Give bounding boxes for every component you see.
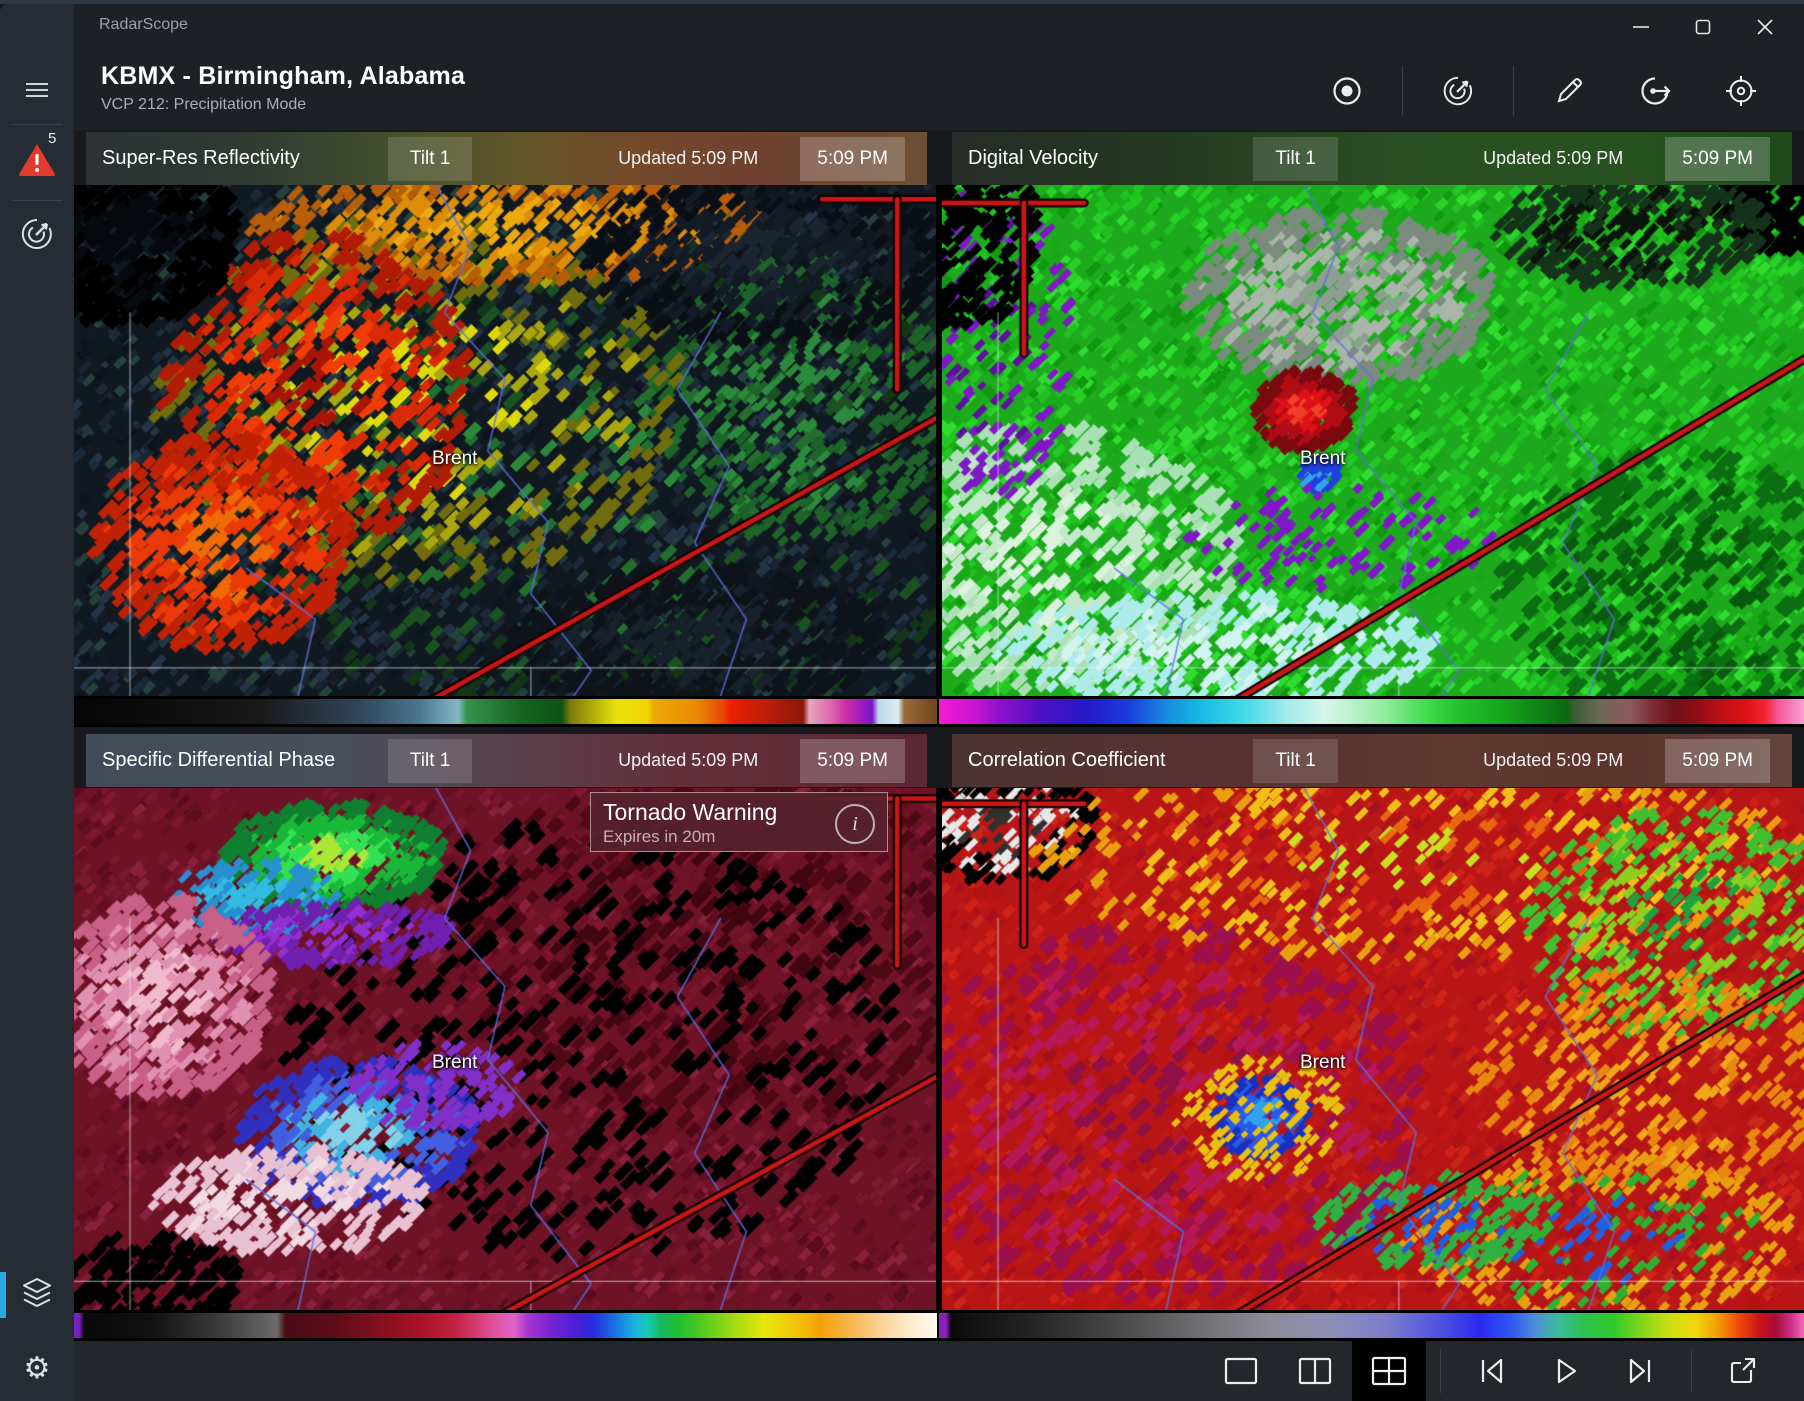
city-label: Brent bbox=[432, 448, 477, 470]
settings-button[interactable]: ⚙ bbox=[0, 1346, 74, 1392]
go-to-radar-button[interactable] bbox=[1612, 63, 1698, 119]
color-scale-row-bottom bbox=[74, 1310, 1804, 1341]
layers-icon bbox=[19, 1276, 55, 1315]
updated-label: Updated 5:09 PM bbox=[1338, 750, 1665, 771]
tornado-warning-popup[interactable]: Tornado Warning Expires in 20m i bbox=[590, 792, 888, 852]
tilt-selector[interactable]: Tilt 1 bbox=[388, 739, 472, 783]
share-button[interactable] bbox=[1706, 1341, 1780, 1401]
toolbar-divider bbox=[1402, 66, 1403, 116]
radar-site-title: KBMX - Birmingham, Alabama bbox=[101, 62, 465, 91]
panel-header-kdp: Specific Differential Phase Tilt 1 Updat… bbox=[86, 734, 927, 787]
panel-header-reflectivity: Super-Res Reflectivity Tilt 1 Updated 5:… bbox=[86, 132, 927, 185]
draw-button[interactable] bbox=[1526, 63, 1612, 119]
warning-expiry: Expires in 20m bbox=[603, 827, 875, 847]
single-pane-button[interactable] bbox=[1204, 1341, 1278, 1401]
radar-map-kdp[interactable] bbox=[74, 788, 936, 1310]
menu-button[interactable] bbox=[0, 72, 74, 112]
sidebar-divider bbox=[12, 200, 62, 201]
updated-label: Updated 5:09 PM bbox=[472, 148, 800, 169]
app-header: KBMX - Birmingham, Alabama VCP 212: Prec… bbox=[74, 52, 1804, 130]
radar-map-reflectivity[interactable] bbox=[74, 185, 936, 696]
tilt-selector[interactable]: Tilt 1 bbox=[1253, 137, 1337, 181]
toolbar-divider bbox=[1440, 1349, 1441, 1393]
vcp-mode-subtitle: VCP 212: Precipitation Mode bbox=[101, 96, 306, 114]
dual-pane-button[interactable] bbox=[1278, 1341, 1352, 1401]
radar-target-icon bbox=[19, 216, 55, 257]
play-button[interactable] bbox=[1529, 1341, 1603, 1401]
window-controls bbox=[1610, 4, 1796, 50]
sidebar-divider bbox=[12, 124, 62, 125]
product-title[interactable]: Specific Differential Phase bbox=[102, 749, 388, 772]
product-title[interactable]: Correlation Coefficient bbox=[968, 749, 1253, 772]
product-title[interactable]: Super-Res Reflectivity bbox=[102, 147, 388, 170]
radar-map-velocity[interactable] bbox=[942, 185, 1804, 696]
kdp-color-scale bbox=[74, 1313, 937, 1338]
radar-selector-button[interactable] bbox=[0, 212, 74, 260]
toolbar-divider bbox=[1513, 66, 1514, 116]
hamburger-icon bbox=[24, 80, 50, 105]
minimize-button[interactable] bbox=[1610, 7, 1672, 47]
info-icon[interactable]: i bbox=[835, 804, 875, 844]
city-label: Brent bbox=[1300, 1052, 1345, 1074]
updated-label: Updated 5:09 PM bbox=[472, 750, 800, 771]
radar-map-cc[interactable] bbox=[942, 788, 1804, 1310]
cc-color-scale bbox=[939, 1313, 1804, 1338]
frame-time-chip[interactable]: 5:09 PM bbox=[1665, 739, 1770, 783]
app-title: RadarScope bbox=[99, 16, 188, 34]
toolbar-divider bbox=[1691, 1349, 1692, 1393]
reflectivity-color-scale bbox=[74, 699, 937, 724]
tilt-selector[interactable]: Tilt 1 bbox=[388, 137, 472, 181]
layers-button[interactable] bbox=[0, 1272, 74, 1318]
record-button[interactable] bbox=[1304, 63, 1390, 119]
panel-header-cc: Correlation Coefficient Tilt 1 Updated 5… bbox=[952, 734, 1792, 787]
alerts-button[interactable] bbox=[0, 138, 74, 186]
radar-row-top bbox=[74, 185, 1804, 696]
city-label: Brent bbox=[1300, 448, 1345, 470]
header-toolbar bbox=[1304, 60, 1784, 122]
titlebar[interactable]: RadarScope bbox=[74, 4, 1804, 52]
warning-triangle-icon bbox=[16, 141, 58, 184]
panel-header-velocity: Digital Velocity Tilt 1 Updated 5:09 PM … bbox=[952, 132, 1792, 185]
velocity-color-scale bbox=[939, 699, 1804, 724]
close-button[interactable] bbox=[1734, 7, 1796, 47]
updated-label: Updated 5:09 PM bbox=[1338, 148, 1665, 169]
radar-row-bottom bbox=[74, 788, 1804, 1310]
gear-icon: ⚙ bbox=[24, 1354, 51, 1384]
tilt-selector[interactable]: Tilt 1 bbox=[1253, 739, 1337, 783]
frame-time-chip[interactable]: 5:09 PM bbox=[1665, 137, 1770, 181]
frame-time-chip[interactable]: 5:09 PM bbox=[800, 137, 905, 181]
bottom-toolbar bbox=[74, 1341, 1804, 1401]
skip-to-end-button[interactable] bbox=[1603, 1341, 1677, 1401]
frame-time-chip[interactable]: 5:09 PM bbox=[800, 739, 905, 783]
city-label: Brent bbox=[432, 1052, 477, 1074]
maximize-button[interactable] bbox=[1672, 7, 1734, 47]
quad-pane-button[interactable] bbox=[1352, 1341, 1426, 1401]
radarscope-window: RadarScope 5 bbox=[0, 0, 1804, 1401]
sidebar: 5 bbox=[0, 4, 74, 1401]
color-scale-row-top bbox=[74, 696, 1804, 727]
gps-center-button[interactable] bbox=[1698, 63, 1784, 119]
radar-inspector-button[interactable] bbox=[1415, 63, 1501, 119]
skip-to-start-button[interactable] bbox=[1455, 1341, 1529, 1401]
product-title[interactable]: Digital Velocity bbox=[968, 147, 1253, 170]
